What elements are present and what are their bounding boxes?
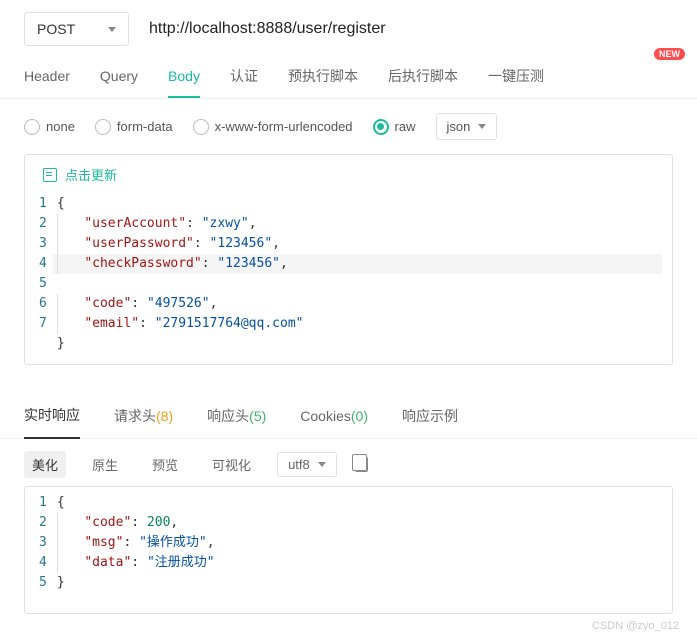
- tab-body[interactable]: Body: [168, 58, 200, 98]
- chevron-down-icon: [478, 124, 486, 129]
- resp-tab-resp-headers[interactable]: 响应头(5): [207, 394, 266, 438]
- http-method-select[interactable]: POST: [24, 12, 129, 46]
- chevron-down-icon: [108, 27, 116, 32]
- watermark: CSDN @zyo_012: [0, 614, 697, 632]
- http-method-value: POST: [37, 21, 75, 37]
- response-code-area[interactable]: 12345 { "code": 200, "msg": "操作成功", "dat…: [25, 493, 672, 603]
- body-type-row: none form-data x-www-form-urlencoded raw…: [0, 99, 697, 154]
- update-button[interactable]: 点击更新: [25, 155, 672, 194]
- new-badge: NEW: [654, 48, 685, 60]
- encoding-select[interactable]: utf8: [277, 452, 337, 477]
- request-body-editor: 点击更新 1234567 { "userAccount": "zxwy", "u…: [24, 154, 673, 365]
- request-code-lines: { "userAccount": "zxwy", "userPassword":…: [57, 194, 672, 354]
- radio-icon: [95, 119, 111, 135]
- radio-icon: [24, 119, 40, 135]
- tab-loadtest[interactable]: 一键压测: [488, 56, 544, 98]
- radio-icon: [373, 119, 389, 135]
- tab-query[interactable]: Query: [100, 58, 138, 96]
- view-pretty-button[interactable]: 美化: [24, 451, 66, 478]
- update-icon: [43, 168, 57, 182]
- request-tabs: Header Query Body 认证 预执行脚本 后执行脚本 一键压测 NE…: [0, 56, 697, 99]
- resp-tab-req-headers[interactable]: 请求头(8): [114, 394, 173, 438]
- tab-pre-script[interactable]: 预执行脚本: [288, 56, 358, 98]
- copy-icon[interactable]: [355, 457, 368, 472]
- view-preview-button[interactable]: 预览: [144, 451, 186, 478]
- tab-post-script[interactable]: 后执行脚本: [388, 56, 458, 98]
- response-toolbar: 美化 原生 预览 可视化 utf8: [0, 439, 697, 486]
- radio-form-data[interactable]: form-data: [95, 119, 173, 135]
- request-code-area[interactable]: 1234567 { "userAccount": "zxwy", "userPa…: [25, 194, 672, 364]
- response-code-lines: { "code": 200, "msg": "操作成功", "data": "注…: [57, 493, 672, 593]
- body-format-select[interactable]: json: [436, 113, 498, 140]
- url-input[interactable]: [149, 20, 673, 38]
- line-gutter: 12345: [25, 493, 57, 593]
- radio-urlencoded[interactable]: x-www-form-urlencoded: [193, 119, 353, 135]
- response-body-editor: 12345 { "code": 200, "msg": "操作成功", "dat…: [24, 486, 673, 614]
- line-gutter: 1234567: [25, 194, 57, 354]
- radio-raw[interactable]: raw: [373, 119, 416, 135]
- resp-tab-examples[interactable]: 响应示例: [402, 394, 458, 438]
- response-tabs: 实时响应 请求头(8) 响应头(5) Cookies(0) 响应示例: [0, 393, 697, 439]
- chevron-down-icon: [318, 462, 326, 467]
- view-visual-button[interactable]: 可视化: [204, 451, 259, 478]
- radio-none[interactable]: none: [24, 119, 75, 135]
- view-raw-button[interactable]: 原生: [84, 451, 126, 478]
- radio-icon: [193, 119, 209, 135]
- resp-tab-live[interactable]: 实时响应: [24, 393, 80, 439]
- resp-tab-cookies[interactable]: Cookies(0): [300, 396, 368, 436]
- tab-auth[interactable]: 认证: [230, 56, 258, 98]
- tab-header[interactable]: Header: [24, 58, 70, 96]
